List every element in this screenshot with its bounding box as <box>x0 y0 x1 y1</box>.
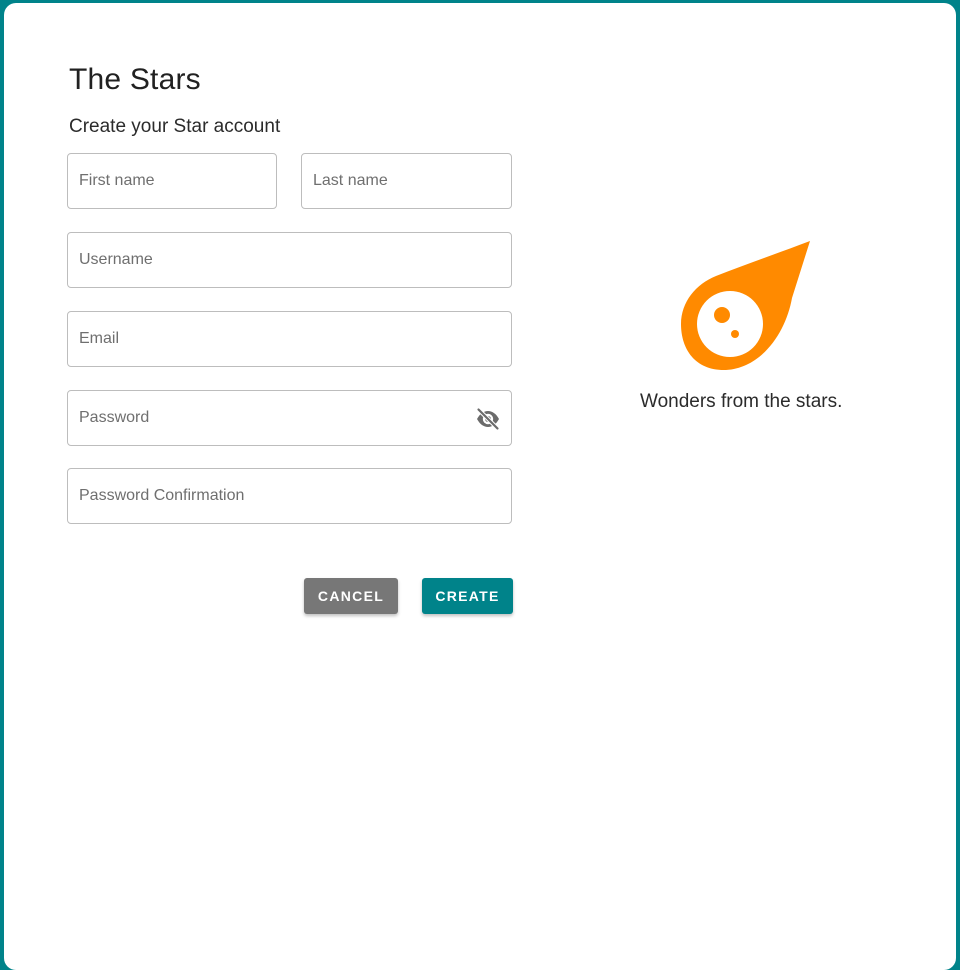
last-name-input[interactable] <box>302 154 511 208</box>
first-name-field[interactable] <box>67 153 277 209</box>
signup-card: The Stars Create your Star account CANCE… <box>4 3 956 970</box>
cancel-button[interactable]: CANCEL <box>304 578 398 614</box>
page-subtitle: Create your Star account <box>69 116 281 137</box>
first-name-input[interactable] <box>68 154 276 208</box>
username-input[interactable] <box>68 233 511 287</box>
password-confirmation-field[interactable] <box>67 468 512 524</box>
meteor-icon <box>680 240 814 372</box>
username-field[interactable] <box>67 232 512 288</box>
password-confirmation-input[interactable] <box>68 469 511 523</box>
email-input[interactable] <box>68 312 511 366</box>
last-name-field[interactable] <box>301 153 512 209</box>
email-field[interactable] <box>67 311 512 367</box>
password-input[interactable] <box>68 391 511 445</box>
page-title: The Stars <box>69 63 201 96</box>
create-button[interactable]: CREATE <box>422 578 513 614</box>
password-field[interactable] <box>67 390 512 446</box>
eye-off-icon[interactable] <box>475 407 501 431</box>
tagline: Wonders from the stars. <box>640 391 843 412</box>
